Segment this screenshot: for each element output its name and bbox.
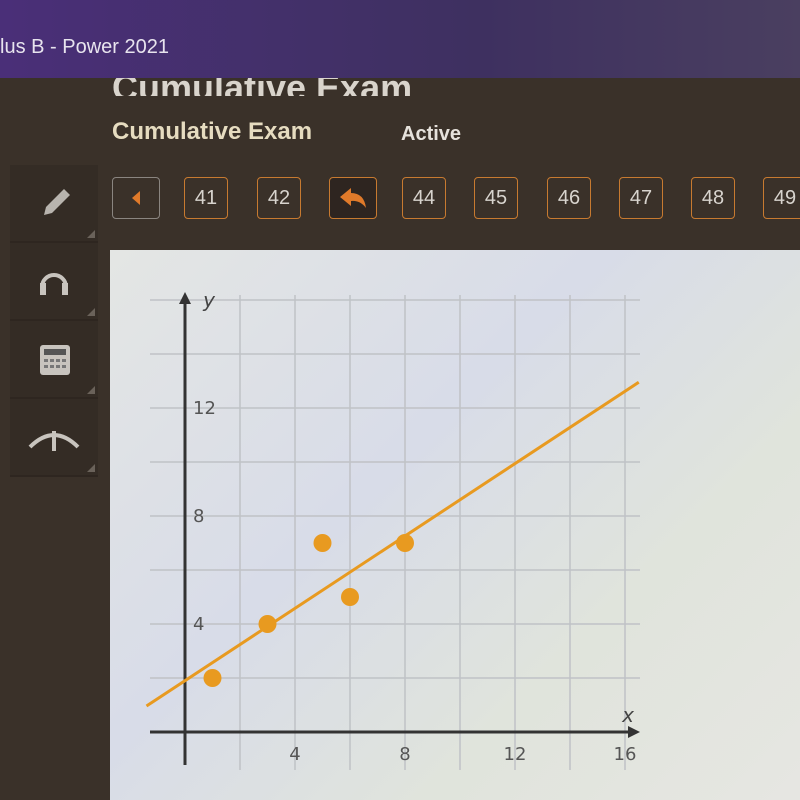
audio-tool-button[interactable] (10, 243, 98, 321)
question-47-button[interactable]: 47 (619, 177, 663, 219)
tool-sidebar (10, 165, 98, 477)
pencil-tool-button[interactable] (10, 165, 98, 243)
current-question-button[interactable] (329, 177, 377, 219)
y-tick-label: 8 (193, 506, 204, 527)
assignment-title: Cumulative Exam (112, 118, 313, 145)
question-45-button[interactable]: 45 (474, 177, 518, 219)
status-label: Active (401, 123, 462, 145)
question-46-button[interactable]: 46 (547, 177, 591, 219)
x-axis-label: x (621, 703, 634, 727)
question-44-button[interactable]: 44 (402, 177, 446, 219)
reference-icon (28, 431, 80, 451)
calculator-icon (40, 345, 70, 375)
x-tick-label: 16 (614, 744, 637, 765)
reference-tool-button[interactable] (10, 399, 98, 477)
y-tick-label: 12 (193, 398, 216, 419)
x-tick-label: 12 (504, 744, 527, 765)
data-point (258, 615, 277, 633)
question-48-button[interactable]: 48 (691, 177, 735, 219)
course-title: lus B - Power 2021 (0, 36, 169, 58)
trend-line (145, 380, 640, 708)
data-point (396, 534, 414, 552)
x-axis-arrow (628, 726, 640, 738)
previous-button[interactable] (112, 177, 160, 219)
pencil-icon (44, 189, 70, 215)
y-axis-arrow (179, 292, 191, 304)
course-header-bar: lus B - Power 2021 (0, 0, 800, 78)
grid (150, 295, 640, 770)
y-axis-label: y (202, 288, 216, 312)
question-49-button[interactable]: 49 (763, 177, 800, 219)
calculator-tool-button[interactable] (10, 321, 98, 399)
triangle-left-icon (132, 191, 140, 205)
data-point (341, 588, 359, 606)
x-tick-label: 8 (399, 744, 410, 765)
data-point (203, 669, 222, 687)
data-point (313, 534, 332, 552)
x-tick-label: 4 (289, 744, 300, 765)
y-tick-label: 4 (193, 614, 204, 635)
question-41-button[interactable]: 41 (184, 177, 228, 219)
question-42-button[interactable]: 42 (257, 177, 301, 219)
headphones-icon (40, 273, 68, 295)
return-arrow-icon (340, 188, 366, 208)
scatter-chart: x y 4 8 12 16 4 8 12 (145, 288, 640, 770)
